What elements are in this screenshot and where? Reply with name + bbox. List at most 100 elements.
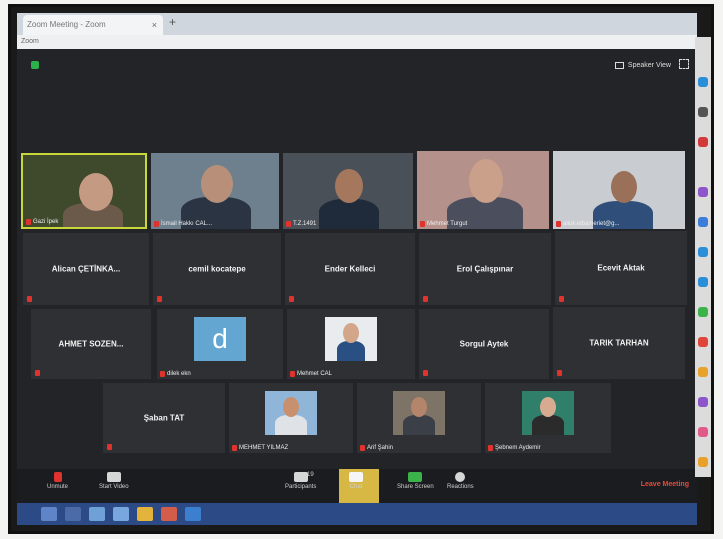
- speaker-view-button[interactable]: Speaker View: [614, 59, 671, 71]
- browser-tab[interactable]: Zoom Meeting - Zoom ×: [23, 15, 163, 35]
- tile-label: Mehmet CAL: [290, 371, 332, 377]
- menu-text[interactable]: Zoom: [21, 38, 39, 45]
- app-icon[interactable]: [698, 187, 708, 197]
- participant-tile[interactable]: Alican ÇETİNKA...: [23, 233, 149, 305]
- mute-icon: [160, 371, 165, 377]
- participant-tile[interactable]: Şebnem Aydemir: [485, 383, 611, 453]
- mute-icon: [556, 221, 561, 227]
- folder-icon[interactable]: [137, 507, 153, 521]
- mute-icon: [423, 296, 428, 302]
- participant-tile[interactable]: Mehmet CAL: [287, 309, 415, 379]
- close-icon[interactable]: ×: [152, 15, 157, 35]
- browser-tab-title: Zoom Meeting - Zoom: [27, 20, 106, 29]
- participants-icon: [293, 472, 308, 482]
- app-icon-strip: [695, 37, 711, 477]
- participant-name: AHMET SOZEN...: [58, 339, 124, 349]
- app-icon[interactable]: [698, 277, 708, 287]
- task-view-icon[interactable]: [89, 507, 105, 521]
- app-icon[interactable]: [698, 397, 708, 407]
- chrome-icon[interactable]: [161, 507, 177, 521]
- app-icon[interactable]: [698, 337, 708, 347]
- chat-button[interactable]: Chat: [349, 472, 363, 490]
- mute-icon: [26, 219, 31, 225]
- mute-icon: [27, 296, 32, 302]
- mute-icon: [360, 445, 365, 451]
- participant-tile[interactable]: MEHMET YILMAZ: [229, 383, 353, 453]
- app-icon[interactable]: [698, 247, 708, 257]
- mute-icon: [107, 444, 112, 450]
- meeting-toolbar: Unmute Start Video Participants 19 Chat …: [17, 469, 697, 503]
- zoom-icon[interactable]: [185, 507, 201, 521]
- participant-tile[interactable]: Arif Şahin: [357, 383, 481, 453]
- mute-icon: [289, 296, 294, 302]
- avatar: [393, 391, 445, 435]
- app-icon[interactable]: [698, 107, 708, 117]
- participant-tile[interactable]: Şaban TAT: [103, 383, 225, 453]
- participant-tile[interactable]: Erol Çalışpınar: [419, 233, 551, 305]
- menu-bar: Zoom: [17, 35, 697, 49]
- app-icon[interactable]: [698, 217, 708, 227]
- tile-label: İsmail Hakkı CAL...: [154, 221, 212, 227]
- participant-tile[interactable]: TARIK TARHAN: [553, 307, 685, 379]
- video-tile[interactable]: T.Z.1491: [283, 153, 413, 229]
- participant-tile[interactable]: cemil kocatepe: [153, 233, 281, 305]
- video-tile[interactable]: Mehmet Turgut: [417, 151, 549, 229]
- new-tab-icon[interactable]: +: [169, 15, 176, 29]
- video-tile[interactable]: aliuk.elbameriet@g...: [553, 151, 685, 229]
- participant-name: Sorgul Aytek: [459, 339, 509, 349]
- participant-name: TARIK TARHAN: [589, 338, 649, 348]
- participant-name: Alican ÇETİNKA...: [51, 264, 121, 274]
- participant-name: Ender Kelleci: [324, 264, 376, 274]
- video-tile[interactable]: Gazi İpek: [21, 153, 147, 229]
- tile-label: dilek ekn: [160, 371, 191, 377]
- video-camera-icon: [106, 472, 121, 482]
- tile-label: Arif Şahin: [360, 445, 393, 451]
- mute-icon: [557, 370, 562, 376]
- start-icon[interactable]: [41, 507, 57, 521]
- reactions-icon: [455, 472, 466, 482]
- app-icon[interactable]: [698, 137, 708, 147]
- participant-name: cemil kocatepe: [188, 264, 246, 274]
- app-icon[interactable]: [698, 427, 708, 437]
- participant-tile[interactable]: Sorgul Aytek: [419, 309, 549, 379]
- participant-tile[interactable]: AHMET SOZEN...: [31, 309, 151, 379]
- mute-icon: [559, 296, 564, 302]
- mute-icon: [154, 221, 159, 227]
- speaker-view-label: Speaker View: [627, 61, 671, 69]
- video-tile[interactable]: İsmail Hakkı CAL...: [151, 153, 279, 229]
- tile-label: Gazi İpek: [26, 219, 58, 225]
- start-video-button[interactable]: Start Video: [99, 472, 129, 490]
- tile-label: Mehmet Turgut: [420, 221, 467, 227]
- mute-icon: [420, 221, 425, 227]
- app-icon[interactable]: [698, 457, 708, 467]
- shield-icon[interactable]: [31, 61, 39, 69]
- mute-icon: [35, 370, 40, 376]
- participant-tile[interactable]: Ecevit Aktak: [555, 231, 687, 305]
- share-screen-button[interactable]: Share Screen: [397, 472, 434, 490]
- fullscreen-icon[interactable]: [679, 59, 689, 69]
- participant-tile[interactable]: Ender Kelleci: [285, 233, 415, 305]
- search-icon[interactable]: [65, 507, 81, 521]
- participants-button[interactable]: Participants 19: [285, 472, 316, 490]
- mute-icon: [488, 445, 493, 451]
- end-meeting-button[interactable]: Leave Meeting: [641, 481, 689, 488]
- unmute-button[interactable]: Unmute: [47, 472, 68, 490]
- browser-icon[interactable]: [113, 507, 129, 521]
- mute-icon: [290, 371, 295, 377]
- reactions-button[interactable]: Reactions: [447, 472, 474, 490]
- mute-icon: [157, 296, 162, 302]
- participant-tile[interactable]: d dilek ekn: [157, 309, 283, 379]
- mute-icon: [423, 370, 428, 376]
- app-icon[interactable]: [698, 77, 708, 87]
- tile-label: aliuk.elbameriet@g...: [556, 221, 619, 227]
- share-screen-icon: [408, 472, 423, 482]
- avatar: [325, 317, 377, 361]
- chat-icon: [349, 472, 363, 482]
- monitor-photo: Zoom Meeting - Zoom × + Zoom Speaker Vie…: [8, 4, 714, 534]
- tile-label: MEHMET YILMAZ: [232, 445, 288, 451]
- app-icon[interactable]: [698, 367, 708, 377]
- app-icon[interactable]: [698, 307, 708, 317]
- avatar: d: [194, 317, 246, 361]
- participant-name: Şaban TAT: [143, 413, 185, 423]
- avatar: [265, 391, 317, 435]
